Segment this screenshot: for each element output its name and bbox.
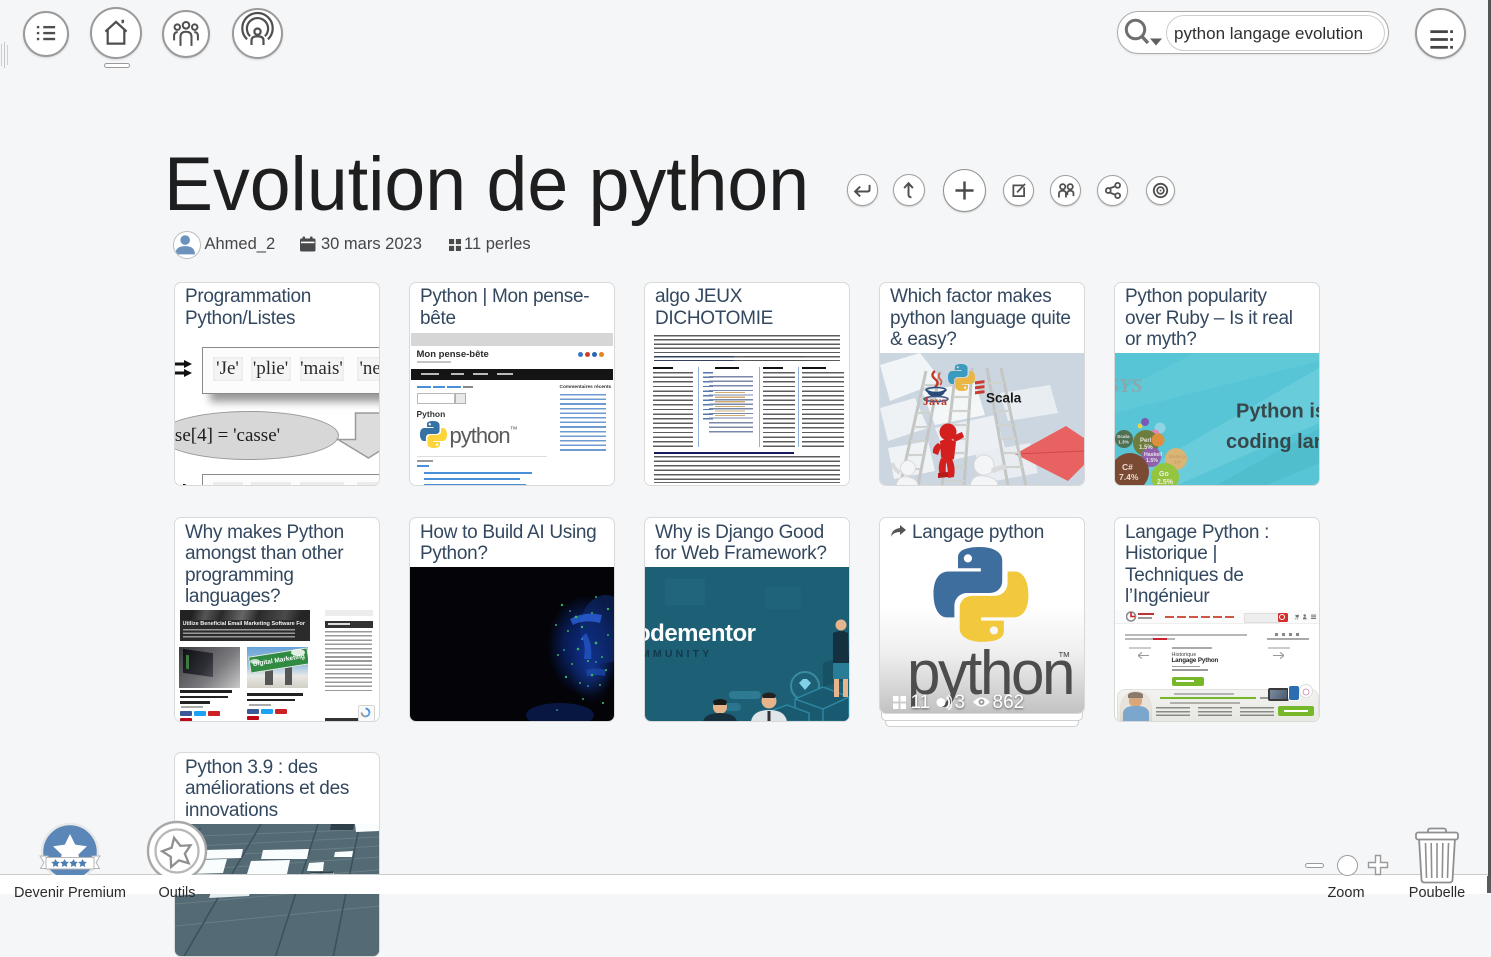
svg-text:Python is: Python is [1236, 401, 1319, 423]
svg-text:SYS: SYS [1115, 375, 1142, 397]
svg-text:Go: Go [1159, 471, 1169, 478]
svg-text:7.4%: 7.4% [1119, 472, 1139, 482]
svg-text:1.5%: 1.5% [1139, 445, 1153, 451]
svg-text:2.5%: 2.5% [1157, 479, 1174, 486]
svg-text:odementor: odementor [645, 620, 756, 647]
svg-text:1%: 1% [1174, 460, 1182, 466]
svg-text:1.3%: 1.3% [1118, 440, 1130, 446]
svg-text:Java: Java [923, 394, 947, 408]
svg-text:Perl: Perl [1140, 438, 1152, 444]
svg-text:Node.js: Node.js [1169, 454, 1187, 460]
svg-text:Scala: Scala [1117, 434, 1130, 440]
svg-text:C#: C# [1122, 462, 1133, 472]
svg-text:Scala: Scala [986, 391, 1022, 406]
svg-text:1.5%: 1.5% [1146, 458, 1158, 464]
svg-text:coding lan: coding lan [1226, 431, 1319, 453]
svg-text:MMUNITY: MMUNITY [645, 648, 712, 660]
